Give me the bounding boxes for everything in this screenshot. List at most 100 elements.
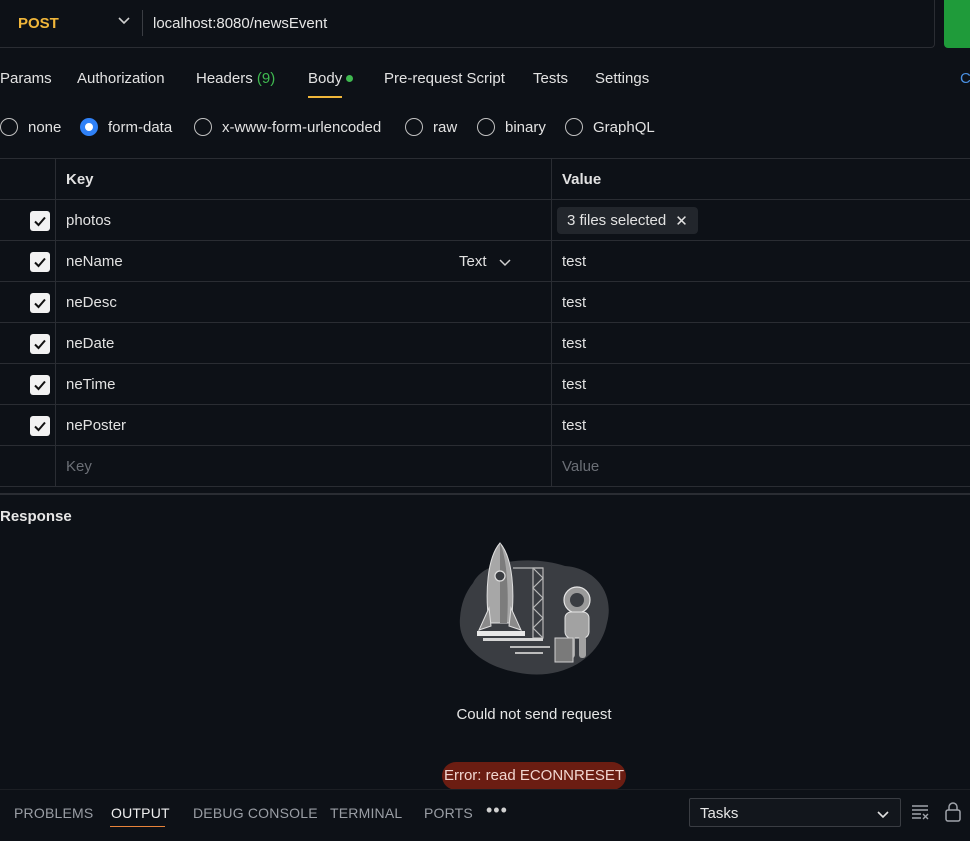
row-check-cell xyxy=(0,282,56,322)
tab-params[interactable]: Params xyxy=(0,70,52,87)
value-cell[interactable]: test xyxy=(552,282,970,322)
value-text: test xyxy=(562,376,587,393)
rocket-astronaut-illustration xyxy=(459,542,609,675)
tab-tests[interactable]: Tests xyxy=(533,70,568,87)
more-icon[interactable]: ••• xyxy=(486,800,508,821)
radio-circle xyxy=(194,118,212,136)
send-button[interactable] xyxy=(944,0,970,48)
chevron-down-icon xyxy=(877,811,889,819)
radio-label: raw xyxy=(433,118,458,136)
row-checkbox[interactable] xyxy=(30,211,50,231)
row-check-cell xyxy=(0,241,56,281)
value-cell[interactable]: 3 files selected ✕ xyxy=(552,200,970,240)
tab-headers-label: Headers xyxy=(196,70,253,87)
checkmark-icon xyxy=(34,339,46,350)
row-check-cell xyxy=(0,446,56,486)
checkmark-icon xyxy=(34,421,46,432)
radio-circle xyxy=(405,118,423,136)
radio-binary[interactable]: binary xyxy=(477,118,546,136)
new-value-input[interactable]: Value xyxy=(552,446,970,486)
row-checkbox[interactable] xyxy=(30,416,50,436)
url-input[interactable]: localhost:8080/newsEvent xyxy=(153,15,327,32)
radio-raw[interactable]: raw xyxy=(405,118,457,136)
radio-label: GraphQL xyxy=(593,118,655,136)
key-text: neTime xyxy=(66,376,116,393)
form-data-table: Key Value photos 3 files selected ✕ neNam… xyxy=(0,158,970,487)
radio-label: form-data xyxy=(108,118,173,136)
output-channel-select[interactable]: Tasks xyxy=(689,798,901,827)
key-cell[interactable]: neTime xyxy=(56,364,552,404)
checkmark-icon xyxy=(34,298,46,309)
lock-icon[interactable] xyxy=(944,802,962,822)
row-check-cell xyxy=(0,200,56,240)
radio-label: x-www-form-urlencoded xyxy=(222,118,382,136)
new-key-input[interactable]: Key xyxy=(56,446,552,486)
radio-circle xyxy=(565,118,583,136)
radio-x-www-form-urlencoded[interactable]: x-www-form-urlencoded xyxy=(194,118,381,136)
bottom-panel: PROBLEMS OUTPUT DEBUG CONSOLE TERMINAL P… xyxy=(0,789,970,841)
panel-tab-problems[interactable]: PROBLEMS xyxy=(14,805,93,821)
body-modified-dot xyxy=(346,74,354,82)
response-divider[interactable] xyxy=(0,493,970,495)
key-cell[interactable]: nePoster xyxy=(56,405,552,445)
value-text: test xyxy=(562,294,587,311)
row-checkbox[interactable] xyxy=(30,293,50,313)
tab-headers[interactable]: Headers (9) xyxy=(196,70,275,87)
key-cell[interactable]: neDesc xyxy=(56,282,552,322)
files-selected-chip[interactable]: 3 files selected ✕ xyxy=(557,207,698,234)
table-row: nePoster test xyxy=(0,405,970,446)
row-check-cell xyxy=(0,364,56,404)
url-bar: POST localhost:8080/newsEvent xyxy=(0,0,935,48)
panel-tab-debug-console[interactable]: DEBUG CONSOLE xyxy=(193,805,318,821)
tab-body[interactable]: Body xyxy=(308,70,354,87)
key-placeholder: Key xyxy=(66,458,92,475)
method-selector[interactable]: POST xyxy=(18,15,59,32)
radio-none[interactable]: none xyxy=(0,118,61,136)
value-cell[interactable]: test xyxy=(552,241,970,281)
row-checkbox[interactable] xyxy=(30,334,50,354)
value-text: test xyxy=(562,335,587,352)
radio-circle xyxy=(0,118,18,136)
table-header: Key Value xyxy=(0,159,970,200)
close-icon[interactable]: ✕ xyxy=(675,212,688,230)
key-text: neName xyxy=(66,253,123,270)
row-check-cell xyxy=(0,323,56,363)
panel-tab-ports[interactable]: PORTS xyxy=(424,805,473,821)
tab-active-indicator xyxy=(308,96,342,98)
key-text: neDesc xyxy=(66,294,117,311)
tab-settings[interactable]: Settings xyxy=(595,70,649,87)
header-value-label: Value xyxy=(562,171,602,188)
table-row: neDate test xyxy=(0,323,970,364)
row-checkbox[interactable] xyxy=(30,252,50,272)
value-placeholder: Value xyxy=(562,458,600,475)
key-cell[interactable]: neName Text xyxy=(56,241,552,281)
table-row: neName Text test xyxy=(0,241,970,282)
radio-circle xyxy=(477,118,495,136)
checkmark-icon xyxy=(34,257,46,268)
value-cell[interactable]: test xyxy=(552,364,970,404)
checkmark-icon xyxy=(34,216,46,227)
radio-form-data[interactable]: form-data xyxy=(80,118,172,136)
tab-authorization[interactable]: Authorization xyxy=(77,70,165,87)
type-selector[interactable]: Text xyxy=(459,253,511,270)
header-key: Key xyxy=(56,159,552,199)
panel-tab-terminal[interactable]: TERMINAL xyxy=(330,805,402,821)
key-text: photos xyxy=(66,212,112,229)
tab-pre-request-script[interactable]: Pre-request Script xyxy=(384,70,505,87)
value-cell[interactable]: test xyxy=(552,405,970,445)
table-row: neTime test xyxy=(0,364,970,405)
cookies-link[interactable]: C xyxy=(960,70,970,87)
value-cell[interactable]: test xyxy=(552,323,970,363)
type-label: Text xyxy=(459,253,487,270)
clear-output-icon[interactable] xyxy=(911,804,931,820)
panel-tab-output[interactable]: OUTPUT xyxy=(111,805,170,821)
key-text: neDate xyxy=(66,335,115,352)
output-channel-value: Tasks xyxy=(700,805,739,822)
row-checkbox[interactable] xyxy=(30,375,50,395)
table-row-new: Key Value xyxy=(0,446,970,487)
chevron-down-icon[interactable] xyxy=(117,13,131,27)
radio-label: none xyxy=(28,118,62,136)
radio-graphql[interactable]: GraphQL xyxy=(565,118,655,136)
key-cell[interactable]: neDate xyxy=(56,323,552,363)
key-cell[interactable]: photos xyxy=(56,200,552,240)
